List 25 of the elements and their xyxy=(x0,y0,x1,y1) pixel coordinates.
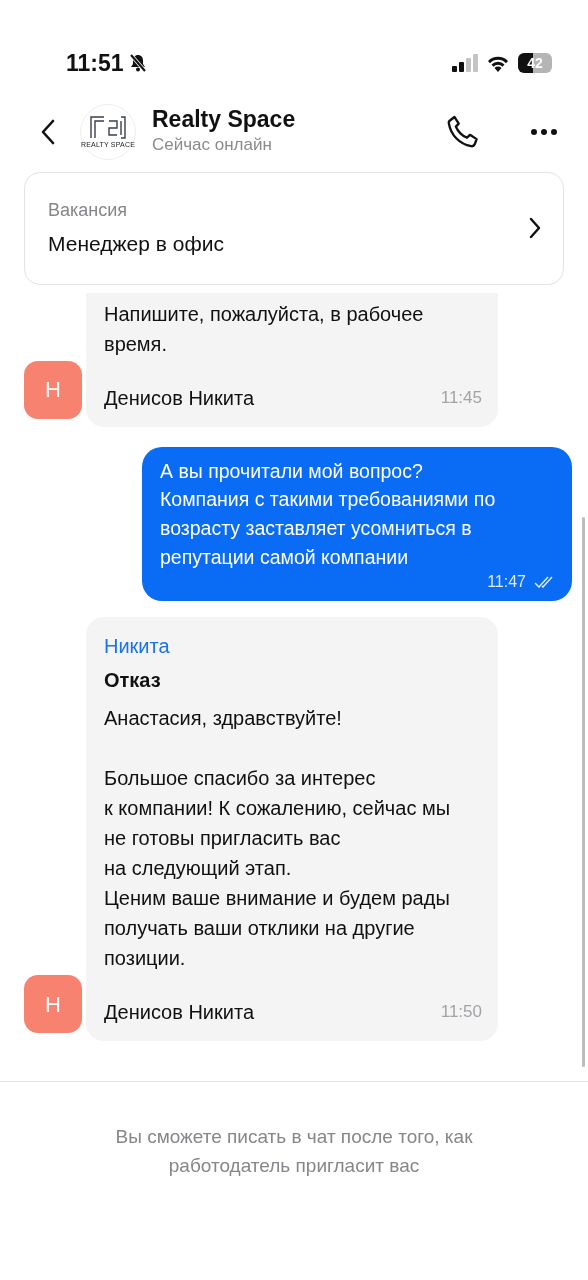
sender-name: Никита xyxy=(104,634,171,660)
message-title: Отказ xyxy=(104,668,162,694)
message-time: 11:45 xyxy=(440,386,482,409)
vacancy-card[interactable]: Вакансия Менеджер в офис xyxy=(24,172,564,285)
avatar: Н xyxy=(24,975,82,1034)
message-text: А вы прочитали мой вопрос? Компания с такими требованиями по возрасту заставляет усомниться в репутации самой компании xyxy=(160,458,497,571)
muted-bell-icon xyxy=(127,53,148,73)
signal-icon xyxy=(452,54,478,72)
avatar: Н xyxy=(24,360,82,419)
author-name: Денисов Никита xyxy=(104,1000,254,1026)
message-text: Анастасия, здравствуйте! Большое спасибо за интерес к компании! К сожалению, сейчас мы не готовы пригласить вас на следующий этап. Ценим ваше внимание и будем рады получать ваши отклики на другие позиции. xyxy=(104,706,452,972)
chat-notice: Вы сможете писать в чат после того, как работодатель пригласит вас xyxy=(114,1124,474,1178)
chat-title: Realty Space xyxy=(152,106,297,133)
author-name: Денисов Никита xyxy=(104,385,254,411)
message-text: Напишите, пожалуйста, в рабочее время. xyxy=(104,301,425,357)
wifi-icon xyxy=(486,54,510,72)
online-status: Сейчас онлайн xyxy=(152,134,273,157)
clock: 11:51 xyxy=(66,48,124,78)
vacancy-title: Менеджер в офис xyxy=(48,231,225,257)
message-time: 11:47 xyxy=(487,571,526,592)
back-icon[interactable] xyxy=(40,119,56,145)
more-icon[interactable] xyxy=(530,128,558,136)
chevron-icon xyxy=(529,217,541,240)
message-time: 11:50 xyxy=(440,1001,482,1024)
vacancy-label: Вакансия xyxy=(48,199,129,222)
